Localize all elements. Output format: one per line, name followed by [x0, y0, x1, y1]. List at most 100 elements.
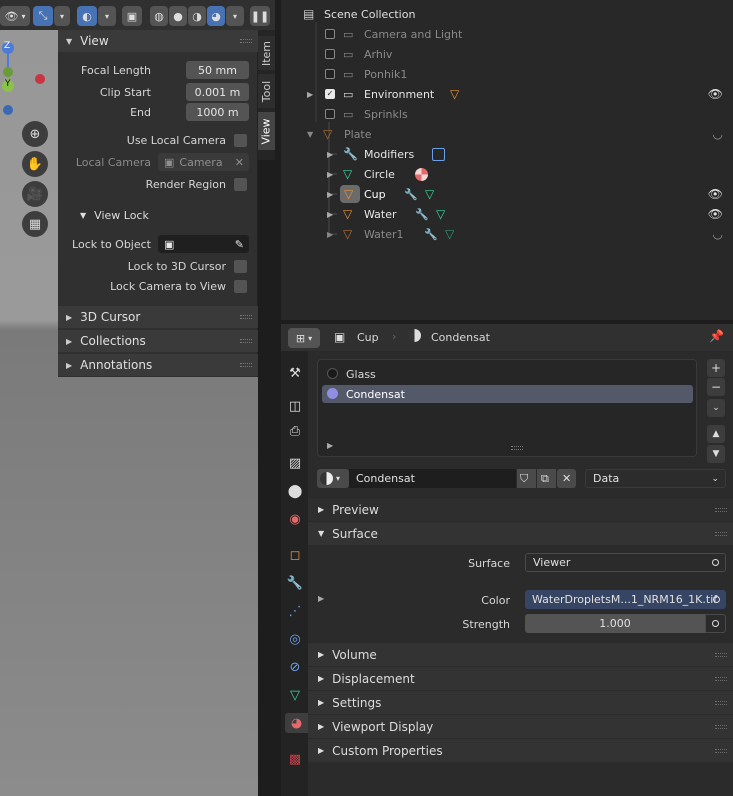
expand-filter-icon[interactable]: ▶	[327, 441, 333, 450]
tab-texture[interactable]: ▩	[285, 749, 305, 769]
tab-data[interactable]: ▽	[285, 685, 305, 705]
wireframe-shading-button[interactable]: ◍	[150, 6, 168, 26]
outliner-row-plate[interactable]: ▼ ▽ Plate ◡	[281, 124, 733, 144]
new-material-button[interactable]: ⧉	[537, 469, 556, 488]
view-lock-subpanel-header[interactable]: ▼ View Lock	[80, 209, 149, 222]
3d-cursor-section-header[interactable]: ▶ 3D Cursor	[58, 306, 258, 328]
drag-grip-icon[interactable]	[715, 653, 727, 657]
pin-icon[interactable]: 📌	[709, 329, 724, 343]
material-name-field[interactable]: Condensat	[349, 469, 516, 488]
gizmo-dropdown[interactable]: ▾	[54, 6, 70, 26]
hidden-eye-icon[interactable]: ◡	[713, 127, 723, 141]
outliner-row-cup[interactable]: ▶ ▽ Cup 🔧 ▽ 👁	[281, 184, 733, 204]
volume-section-header[interactable]: ▶ Volume	[308, 642, 733, 666]
material-slot-list[interactable]: Glass Condensat ▶	[317, 359, 697, 457]
link-mode-dropdown[interactable]: Data ⌄	[585, 469, 726, 488]
zoom-button[interactable]: ⊕	[22, 121, 48, 147]
add-slot-button[interactable]: +	[707, 359, 725, 377]
visibility-dropdown[interactable]: 👁 ▾	[0, 6, 30, 26]
camera-view-button[interactable]: 🎥	[22, 181, 48, 207]
tab-output[interactable]: ⎙	[285, 421, 305, 441]
outliner-row-scene-collection[interactable]: ▤ Scene Collection	[281, 4, 733, 24]
tab-material[interactable]: ◕	[285, 713, 308, 733]
tab-object[interactable]: ◻	[285, 545, 305, 565]
drag-grip-icon[interactable]	[715, 725, 727, 729]
drag-grip-icon[interactable]	[715, 508, 727, 512]
viewport-display-section-header[interactable]: ▶ Viewport Display	[308, 714, 733, 738]
outliner-row-arhiv[interactable]: ▭ Arhiv	[281, 44, 733, 64]
drag-grip-icon[interactable]	[240, 339, 252, 343]
tab-view[interactable]: View	[258, 112, 275, 150]
move-slot-down-button[interactable]: ▼	[707, 445, 725, 463]
outliner[interactable]: ▤ Scene Collection ▭ Camera and Light ▭ …	[281, 0, 733, 320]
outliner-row-modifiers[interactable]: ▶ 🔧 Modifiers	[281, 144, 733, 164]
displacement-section-header[interactable]: ▶ Displacement	[308, 666, 733, 690]
drag-grip-icon[interactable]	[715, 701, 727, 705]
expand-arrow-icon[interactable]: ▶	[327, 210, 333, 219]
drag-grip-icon[interactable]	[240, 315, 252, 319]
tab-physics[interactable]: ◎	[285, 629, 305, 649]
collections-section-header[interactable]: ▶ Collections	[58, 330, 258, 352]
annotations-section-header[interactable]: ▶ Annotations	[58, 354, 258, 376]
resize-grip-icon[interactable]	[511, 446, 523, 450]
move-slot-up-button[interactable]: ▲	[707, 425, 725, 443]
tab-tool[interactable]: ⚒	[285, 363, 305, 383]
surface-section-header[interactable]: ▼ Surface	[308, 521, 733, 545]
eyedropper-icon[interactable]: ✎	[235, 238, 244, 251]
local-camera-field[interactable]: ▣ Camera ✕	[158, 153, 249, 171]
drag-grip-icon[interactable]	[240, 39, 252, 43]
outliner-row-ponhik1[interactable]: ▭ Ponhik1	[281, 64, 733, 84]
overlay-dropdown[interactable]: ▾	[98, 6, 116, 26]
drag-grip-icon[interactable]	[715, 677, 727, 681]
eye-icon[interactable]: 👁	[708, 207, 723, 221]
expand-arrow-icon[interactable]: ▶	[327, 150, 333, 159]
expand-arrow-icon[interactable]: ▶	[307, 90, 313, 99]
gizmo-toggle-button[interactable]: ⤡	[33, 6, 53, 26]
clip-end-field[interactable]: 1000 m	[186, 103, 249, 121]
use-local-camera-checkbox[interactable]	[234, 134, 247, 147]
material-preview-button[interactable]: ◑	[188, 6, 206, 26]
shading-dropdown[interactable]: ▾	[226, 6, 244, 26]
expand-arrow-icon[interactable]: ▶	[327, 230, 333, 239]
collapse-arrow-icon[interactable]: ▼	[307, 130, 313, 139]
expand-color-arrow-icon[interactable]: ▶	[318, 594, 324, 603]
lock-to-3d-cursor-checkbox[interactable]	[234, 260, 247, 273]
hidden-eye-icon[interactable]: ◡	[713, 227, 723, 241]
tab-constraints[interactable]: ⊘	[285, 657, 305, 677]
list-item[interactable]: Glass	[322, 365, 693, 383]
outliner-row-circle[interactable]: ▶ ▽ Circle	[281, 164, 733, 184]
unlink-material-button[interactable]: ✕	[557, 469, 576, 488]
tab-tool[interactable]: Tool	[258, 74, 275, 108]
tab-render[interactable]: ◫	[285, 396, 305, 416]
close-icon[interactable]: ✕	[235, 156, 244, 169]
custom-properties-section-header[interactable]: ▶ Custom Properties	[308, 738, 733, 762]
expand-arrow-icon[interactable]: ▶	[327, 190, 333, 199]
preview-section-header[interactable]: ▶ Preview	[308, 497, 733, 521]
drag-grip-icon[interactable]	[715, 532, 727, 536]
exclude-checkbox[interactable]	[325, 49, 335, 59]
rendered-shading-button[interactable]: ◕	[207, 6, 225, 26]
browse-material-button[interactable]: ▾	[317, 469, 349, 488]
pause-render-button[interactable]: ❚❚	[250, 6, 270, 26]
remove-slot-button[interactable]: −	[707, 378, 725, 396]
fake-user-button[interactable]: ⛉	[517, 469, 536, 488]
tab-modifiers[interactable]: 🔧	[285, 573, 305, 593]
slot-specials-button[interactable]: ⌄	[707, 399, 725, 417]
expand-arrow-icon[interactable]: ▶	[327, 170, 333, 179]
color-texture-field[interactable]: WaterDropletsM...1_NRM16_1K.tif	[525, 590, 726, 609]
outliner-row-sprinkls[interactable]: ▭ Sprinkls	[281, 104, 733, 124]
eye-icon[interactable]: 👁	[708, 187, 723, 201]
outliner-row-environment[interactable]: ▶ ✓ ▭ Environment ▽ 👁	[281, 84, 733, 104]
tab-view-layer[interactable]: ▨	[285, 453, 305, 473]
solid-shading-button[interactable]: ●	[169, 6, 187, 26]
tab-item[interactable]: Item	[258, 36, 275, 70]
settings-section-header[interactable]: ▶ Settings	[308, 690, 733, 714]
focal-length-field[interactable]: 50 mm	[186, 61, 249, 79]
eye-icon[interactable]: 👁	[708, 87, 723, 101]
xray-toggle-button[interactable]: ▣	[122, 6, 142, 26]
outliner-row-water[interactable]: ▶ ▽ Water 🔧 ▽ 👁	[281, 204, 733, 224]
list-item-selected[interactable]: Condensat	[322, 385, 693, 403]
overlay-toggle-button[interactable]: ◐	[77, 6, 97, 26]
surface-shader-field[interactable]: Viewer	[525, 553, 726, 572]
strength-field[interactable]: 1.000	[525, 614, 705, 633]
